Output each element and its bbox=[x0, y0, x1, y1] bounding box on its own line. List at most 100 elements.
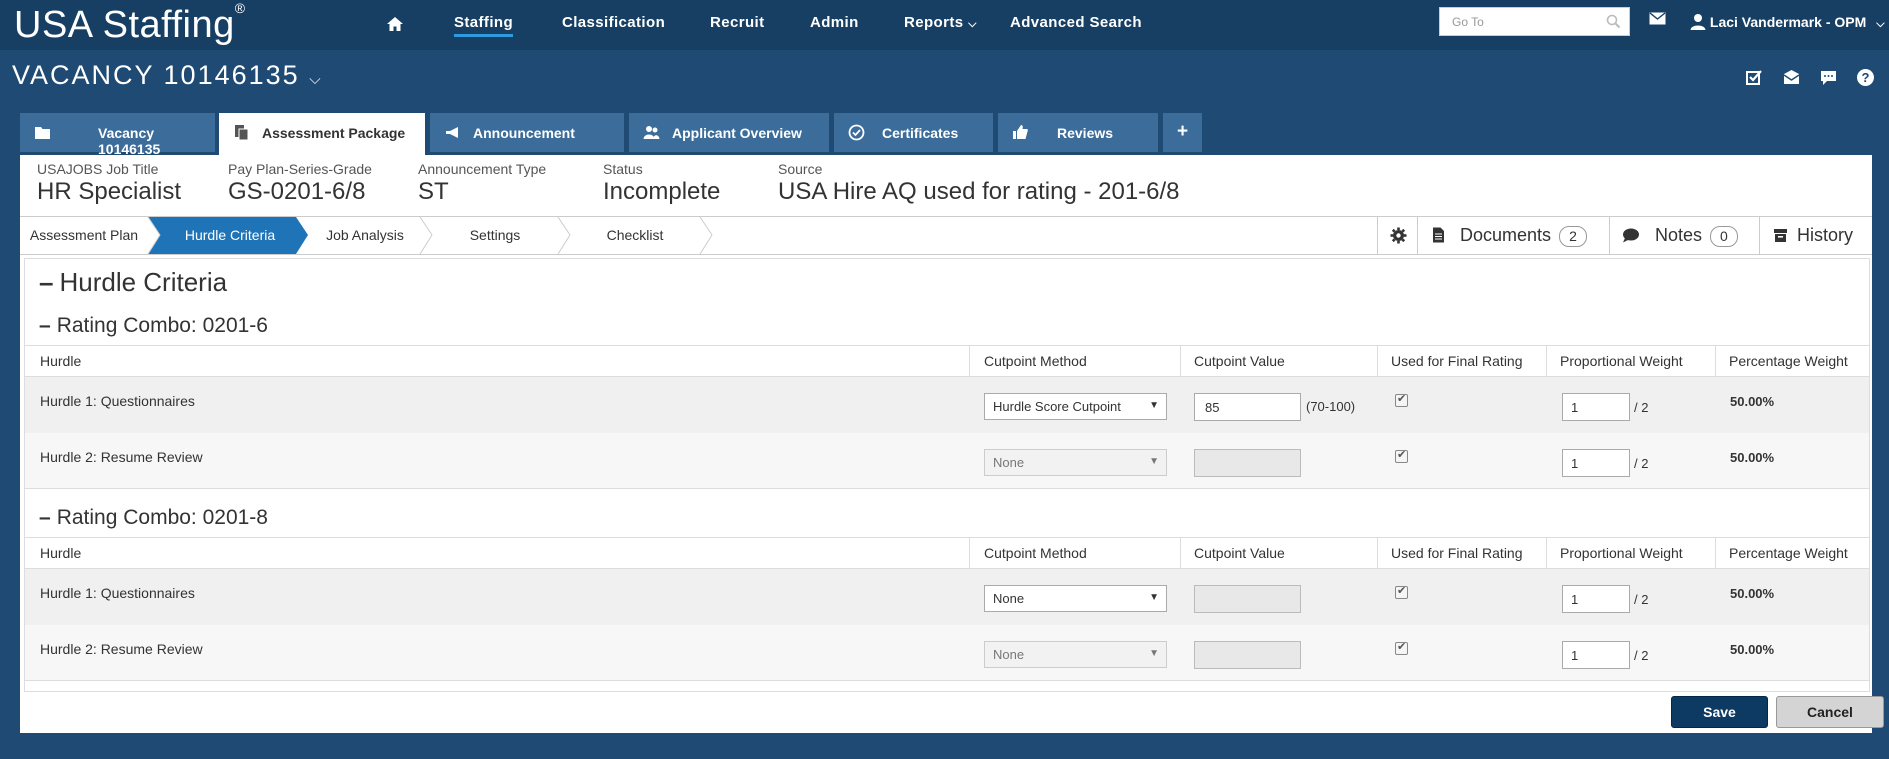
tab-certificates[interactable]: Certificates bbox=[834, 113, 993, 152]
hurdle-name: Hurdle 2: Resume Review bbox=[40, 641, 203, 657]
column-header-cutpoint-method: Cutpoint Method bbox=[984, 353, 1087, 369]
nav-advanced-search[interactable]: Advanced Search bbox=[1010, 14, 1142, 31]
step-assessment-plan[interactable]: Assessment Plan bbox=[20, 217, 148, 254]
rating-combo-heading[interactable]: – Rating Combo: 0201-6 bbox=[39, 314, 268, 338]
proportional-weight-input[interactable]: 1 bbox=[1562, 585, 1630, 613]
column-header-proportional-weight: Proportional Weight bbox=[1560, 545, 1683, 561]
nav-classification[interactable]: Classification bbox=[562, 14, 665, 31]
save-button[interactable]: Save bbox=[1671, 696, 1768, 728]
summary-job-title: USAJOBS Job Title HR Specialist bbox=[37, 161, 181, 206]
history-button[interactable]: History bbox=[1759, 217, 1872, 254]
add-tab-button[interactable]: + bbox=[1163, 113, 1202, 152]
summary-label: Source bbox=[778, 161, 823, 177]
search-icon[interactable] bbox=[1606, 14, 1621, 29]
inbox-icon[interactable] bbox=[1782, 68, 1801, 87]
column-header-cutpoint-value: Cutpoint Value bbox=[1194, 545, 1285, 561]
tab-label: Applicant Overview bbox=[672, 125, 802, 141]
rating-combo-title: Rating Combo: 0201-8 bbox=[56, 506, 268, 529]
assessment-panel: USAJOBS Job Title HR Specialist Pay Plan-… bbox=[20, 155, 1884, 733]
step-wizard: Assessment Plan Hurdle Criteria Job Anal… bbox=[20, 216, 1872, 255]
documents-button[interactable]: Documents 2 bbox=[1417, 217, 1609, 254]
cutpoint-value-input[interactable] bbox=[1194, 641, 1301, 669]
documents-count-badge: 2 bbox=[1559, 226, 1587, 247]
cutpoint-value-input[interactable]: 85 bbox=[1194, 393, 1301, 421]
proportional-weight-input[interactable]: 1 bbox=[1562, 641, 1630, 669]
tab-label: Certificates bbox=[882, 125, 959, 141]
cutpoint-method-select[interactable]: None ▼ bbox=[984, 449, 1167, 476]
final-rating-checkbox[interactable] bbox=[1395, 448, 1408, 463]
percentage-weight: 50.00% bbox=[1730, 586, 1775, 601]
final-rating-checkbox[interactable] bbox=[1395, 392, 1408, 407]
proportional-weight-input[interactable]: 1 bbox=[1562, 449, 1630, 477]
tab-announcement[interactable]: Announcement bbox=[430, 113, 624, 152]
documents-icon bbox=[235, 125, 249, 141]
tab-applicant-overview[interactable]: Applicant Overview bbox=[629, 113, 829, 152]
goto-placeholder: Go To bbox=[1452, 15, 1484, 29]
summary-label: Announcement Type bbox=[418, 161, 547, 177]
nav-reports[interactable]: Reports ⌵ bbox=[904, 14, 977, 31]
top-navigation: USA Staffing® Staffing Classification Re… bbox=[0, 0, 1889, 50]
tab-assessment-package[interactable]: Assessment Package bbox=[219, 113, 425, 156]
mail-icon[interactable] bbox=[1649, 12, 1666, 25]
chevron-down-icon: ⌵ bbox=[968, 18, 977, 30]
chat-icon[interactable] bbox=[1819, 68, 1838, 87]
notes-button[interactable]: Notes 0 bbox=[1609, 217, 1759, 254]
weight-total: / 2 bbox=[1634, 592, 1649, 607]
step-hurdle-criteria[interactable]: Hurdle Criteria bbox=[160, 217, 300, 254]
tab-label: Announcement bbox=[473, 125, 575, 141]
percentage-weight: 50.00% bbox=[1730, 642, 1775, 657]
summary-value: USA Hire AQ used for rating - 201-6/8 bbox=[778, 178, 1180, 205]
step-job-analysis[interactable]: Job Analysis bbox=[310, 217, 420, 254]
table-header: Hurdle Cutpoint Method Cutpoint Value Us… bbox=[25, 537, 1869, 570]
section-heading[interactable]: – Hurdle Criteria bbox=[39, 267, 227, 298]
table-row: Hurdle 2: Resume Review None ▼ 1 / 2 50.0… bbox=[25, 433, 1869, 489]
checkbox-task-icon[interactable] bbox=[1745, 68, 1764, 87]
cutpoint-method-select[interactable]: None ▼ bbox=[984, 641, 1167, 668]
tab-vacancy[interactable]: Vacancy 10146135 bbox=[20, 113, 215, 157]
nav-admin[interactable]: Admin bbox=[810, 14, 859, 31]
nav-recruit[interactable]: Recruit bbox=[710, 14, 764, 31]
tab-label: Reviews bbox=[1057, 125, 1114, 141]
users-icon bbox=[643, 126, 660, 139]
usa-staffing-logo[interactable]: USA Staffing® bbox=[14, 0, 246, 47]
select-value: None bbox=[993, 455, 1025, 470]
table-header: Hurdle Cutpoint Method Cutpoint Value Us… bbox=[25, 345, 1869, 378]
cutpoint-method-select[interactable]: None ▼ bbox=[984, 585, 1167, 612]
nav-staffing[interactable]: Staffing bbox=[454, 14, 514, 37]
rating-combo-heading[interactable]: – Rating Combo: 0201-8 bbox=[39, 506, 268, 530]
document-icon bbox=[1433, 227, 1444, 243]
column-header-percentage-weight: Percentage Weight bbox=[1729, 545, 1848, 561]
summary-label: Pay Plan-Series-Grade bbox=[228, 161, 372, 177]
final-rating-checkbox[interactable] bbox=[1395, 584, 1408, 599]
comment-icon bbox=[1623, 228, 1639, 243]
home-icon[interactable] bbox=[385, 14, 405, 34]
vacancy-title[interactable]: VACANCY 10146135 ⌵ bbox=[12, 60, 321, 91]
archive-icon bbox=[1774, 229, 1787, 242]
goto-search-input[interactable]: Go To bbox=[1439, 7, 1630, 36]
select-value: None bbox=[993, 591, 1025, 606]
column-header-hurdle: Hurdle bbox=[40, 545, 82, 561]
step-checklist[interactable]: Checklist bbox=[570, 217, 700, 254]
cutpoint-value-input[interactable] bbox=[1194, 449, 1301, 477]
column-header-final-rating: Used for Final Rating bbox=[1391, 545, 1523, 561]
logo-text: USA Staffing bbox=[14, 4, 235, 46]
select-value: None bbox=[993, 647, 1025, 662]
summary-value: HR Specialist bbox=[37, 178, 182, 205]
summary-label: Status bbox=[603, 161, 643, 177]
cutpoint-method-select[interactable]: Hurdle Score Cutpoint ▼ bbox=[984, 393, 1167, 420]
summary-announcement-type: Announcement Type ST bbox=[418, 161, 546, 206]
user-name: Laci Vandermark - OPM bbox=[1709, 14, 1867, 30]
cancel-button[interactable]: Cancel bbox=[1776, 696, 1884, 728]
megaphone-icon bbox=[446, 127, 458, 138]
user-menu[interactable]: Laci Vandermark - OPM ⌵ bbox=[1690, 13, 1885, 31]
hurdle-criteria-content: – Hurdle Criteria – Rating Combo: 0201-6 H… bbox=[24, 258, 1870, 692]
column-header-cutpoint-method: Cutpoint Method bbox=[984, 545, 1087, 561]
final-rating-checkbox[interactable] bbox=[1395, 640, 1408, 655]
help-icon[interactable]: ? bbox=[1856, 68, 1875, 87]
settings-gear-button[interactable] bbox=[1377, 217, 1418, 254]
cutpoint-value-input[interactable] bbox=[1194, 585, 1301, 613]
proportional-weight-input[interactable]: 1 bbox=[1562, 393, 1630, 421]
step-settings[interactable]: Settings bbox=[432, 217, 558, 254]
hurdle-name: Hurdle 1: Questionnaires bbox=[40, 393, 195, 409]
tab-reviews[interactable]: Reviews bbox=[998, 113, 1158, 152]
